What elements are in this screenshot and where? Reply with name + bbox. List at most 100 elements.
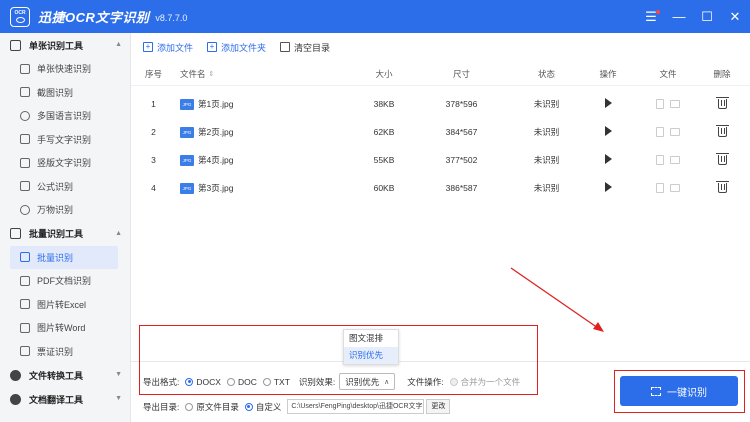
folder-plus-icon: + <box>207 42 218 52</box>
play-icon[interactable] <box>604 98 612 108</box>
dir-custom-label[interactable]: 自定义 <box>256 401 282 413</box>
folder-icon <box>670 184 680 192</box>
sidebar-item-multilang[interactable]: 多国语言识别 <box>0 104 130 128</box>
row-filename: 第1页.jpg <box>198 99 234 109</box>
close-icon[interactable]: ✕ <box>728 9 742 25</box>
row-status: 未识别 <box>533 127 560 137</box>
app-version: v8.7.7.0 <box>155 13 188 23</box>
menu-icon[interactable]: ☰ <box>644 9 660 25</box>
row-size: 55KB <box>373 155 395 165</box>
folder-icon <box>670 100 680 108</box>
sidebar-item-ticket[interactable]: 票证识别 <box>0 340 130 364</box>
row-status: 未识别 <box>533 99 560 109</box>
header-name[interactable]: 文件名 ⇕ <box>176 68 364 80</box>
sidebar-group-translate[interactable]: 文档翻译工具 ▼ <box>0 387 130 411</box>
minimize-icon[interactable]: — <box>672 9 686 24</box>
sidebar-item-pdf[interactable]: PDF文档识别 <box>0 269 130 293</box>
sidebar-item-label: 公式识别 <box>37 181 74 192</box>
play-icon[interactable] <box>604 154 612 164</box>
translate-icon <box>10 393 21 405</box>
excel-icon <box>20 299 30 310</box>
delete-icon[interactable] <box>715 125 729 137</box>
sidebar-item-label: 图片转Excel <box>37 299 87 310</box>
vertical-text-icon <box>20 157 30 168</box>
folder-icon <box>670 156 680 164</box>
header-status: 状态 <box>537 68 555 79</box>
sidebar-item-batch[interactable]: 批量识别 <box>10 245 118 269</box>
row-status: 未识别 <box>533 155 560 165</box>
start-recognition-label: 一键识别 <box>667 387 707 399</box>
row-no: 4 <box>151 183 156 193</box>
sidebar-group-convert[interactable]: 文件转换工具 ▼ <box>0 363 130 387</box>
chevron-up-icon: ▲ <box>115 41 122 48</box>
document-icon <box>656 183 664 193</box>
clear-list-label: 清空目录 <box>294 42 331 53</box>
crop-icon <box>20 87 30 98</box>
add-folder-label: 添加文件夹 <box>221 42 267 53</box>
header-name-label: 文件名 <box>180 68 206 79</box>
document-icon <box>656 99 664 109</box>
convert-icon <box>10 369 21 381</box>
document-icon <box>656 127 664 137</box>
flower-icon <box>20 204 30 215</box>
row-filename: 第2页.jpg <box>198 127 234 137</box>
sidebar-item-vertical[interactable]: 竖版文字识别 <box>0 151 130 175</box>
row-size: 62KB <box>373 127 395 137</box>
image-icon <box>20 63 30 74</box>
jpg-file-icon: JPG <box>180 182 194 194</box>
play-icon[interactable] <box>604 182 612 192</box>
dir-custom-radio[interactable] <box>244 402 253 411</box>
trash-icon <box>280 42 291 52</box>
jpg-file-icon: JPG <box>180 98 194 110</box>
delete-icon[interactable] <box>715 181 729 193</box>
app-logo-icon: OCR <box>10 6 30 27</box>
sidebar-group-label: 文档翻译工具 <box>29 394 84 405</box>
change-dir-button[interactable]: 更改 <box>426 399 451 414</box>
header-op: 操作 <box>599 68 617 79</box>
ticket-icon <box>20 346 30 357</box>
folder-icon <box>670 128 680 136</box>
sidebar: 单张识别工具 ▲ 单张快速识别 截图识别 多国语言识别 手写文字识别 竖版文字识… <box>0 33 131 422</box>
sidebar-item-label: PDF文档识别 <box>37 276 92 287</box>
delete-icon[interactable] <box>715 97 729 109</box>
chevron-up-icon: ▲ <box>115 229 122 237</box>
add-file-button[interactable]: + 添加文件 <box>143 41 193 54</box>
row-dim: 378*596 <box>445 99 478 109</box>
export-path-input[interactable]: C:\Users\FengPing\desktop\迅捷OCR文字识 <box>287 399 425 414</box>
sidebar-group-label: 批量识别工具 <box>29 229 84 239</box>
table-row[interactable]: 1 JPG 第1页.jpg 38KB 378*596 未识别 <box>131 90 750 118</box>
sidebar-group-single[interactable]: 单张识别工具 ▲ <box>0 33 130 57</box>
start-recognition-button[interactable]: 一键识别 <box>620 376 738 406</box>
sidebar-item-label: 图片转Word <box>37 323 86 334</box>
play-icon[interactable] <box>604 126 612 136</box>
dir-original-label[interactable]: 原文件目录 <box>196 401 239 413</box>
clear-list-button[interactable]: 清空目录 <box>280 41 330 54</box>
header-file: 文件 <box>659 68 677 79</box>
delete-icon[interactable] <box>715 153 729 165</box>
dir-original-radio[interactable] <box>185 402 194 411</box>
sidebar-item-label: 手写文字识别 <box>37 134 92 145</box>
sidebar-item-quick[interactable]: 单张快速识别 <box>0 57 130 81</box>
sidebar-item-label: 单张快速识别 <box>37 64 92 75</box>
sidebar-item-word[interactable]: 图片转Word <box>0 316 130 340</box>
sidebar-item-excel[interactable]: 图片转Excel <box>0 293 130 317</box>
table-row[interactable]: 2 JPG 第2页.jpg 62KB 384*567 未识别 <box>131 118 750 146</box>
add-file-label: 添加文件 <box>157 42 194 53</box>
sidebar-group-batch[interactable]: 批量识别工具 ▲ <box>0 222 130 246</box>
sidebar-item-formula[interactable]: 公式识别 <box>0 175 130 199</box>
maximize-icon[interactable]: ☐ <box>700 9 714 25</box>
pdf-icon <box>20 275 30 286</box>
sidebar-item-label: 截图识别 <box>37 87 74 98</box>
sidebar-item-objects[interactable]: 万物识别 <box>0 198 130 222</box>
sidebar-item-screenshot[interactable]: 截图识别 <box>0 81 130 105</box>
table-row[interactable]: 3 JPG 第4页.jpg 55KB 377*502 未识别 <box>131 146 750 174</box>
sidebar-item-handwriting[interactable]: 手写文字识别 <box>0 128 130 152</box>
add-folder-button[interactable]: + 添加文件夹 <box>207 41 266 54</box>
row-size: 60KB <box>373 183 395 193</box>
table-row[interactable]: 4 JPG 第3页.jpg 60KB 386*587 未识别 <box>131 174 750 202</box>
table-header: 序号 文件名 ⇕ 大小 尺寸 状态 操作 文件 删除 <box>131 62 750 86</box>
sort-icon[interactable]: ⇕ <box>209 70 215 78</box>
sidebar-item-label: 竖版文字识别 <box>37 158 92 169</box>
sidebar-group-label: 单张识别工具 <box>29 40 84 51</box>
row-filename: 第4页.jpg <box>198 155 234 165</box>
